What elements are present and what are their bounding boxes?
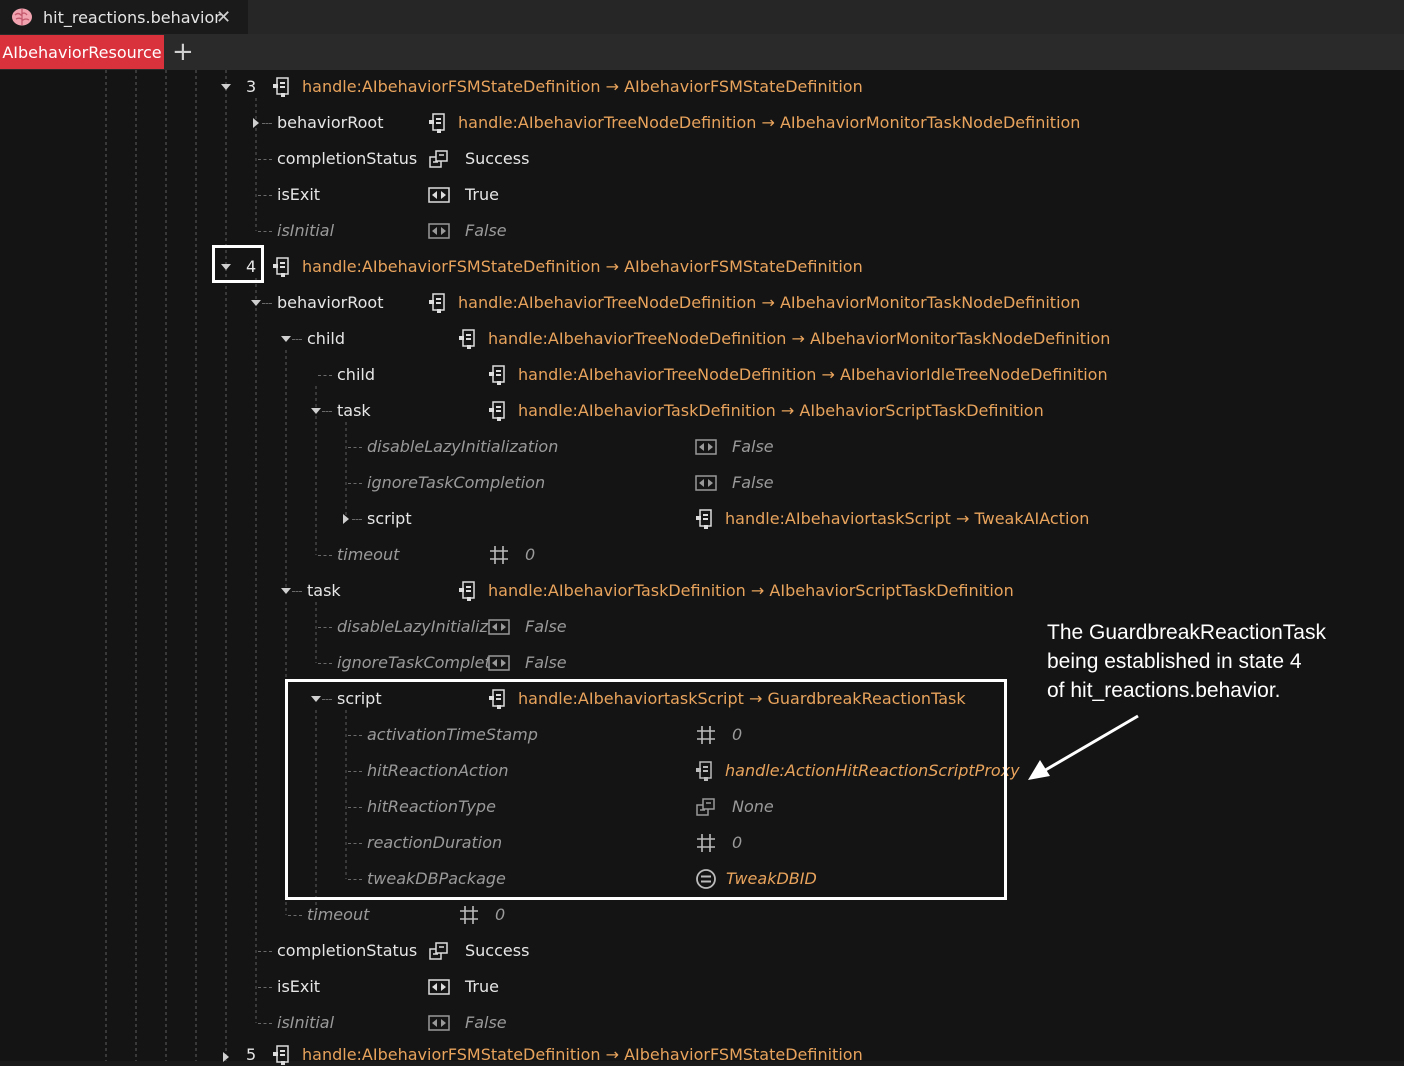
completion-status-value[interactable]: Success	[465, 941, 529, 960]
task-label: task	[337, 401, 371, 420]
bool-icon	[695, 439, 717, 455]
enum-icon	[429, 942, 448, 960]
tab-title: hit_reactions.behavior	[43, 7, 221, 27]
collapsed-arrow-icon[interactable]	[343, 514, 349, 524]
task-value[interactable]: handle:AIbehaviorTaskDefinition → AIbeha…	[518, 401, 1044, 420]
child-label: child	[307, 329, 345, 348]
handle-icon	[459, 581, 475, 601]
bool-icon	[695, 475, 717, 491]
handle-icon	[459, 329, 475, 349]
bool-icon	[488, 655, 510, 671]
tree-guides	[105, 70, 347, 1061]
handle-icon	[489, 401, 505, 421]
completion-status-value[interactable]: Success	[465, 149, 529, 168]
expand-arrow-icon[interactable]	[281, 336, 291, 342]
close-icon[interactable]: ✕	[216, 7, 231, 28]
enum-icon	[429, 150, 448, 168]
is-initial-value[interactable]: False	[465, 1013, 507, 1032]
handle-icon	[429, 293, 445, 313]
bool-icon	[488, 619, 510, 635]
bool-icon	[428, 187, 450, 203]
handle-icon	[489, 365, 505, 385]
state-4-value[interactable]: handle:AIbehaviorFSMStateDefinition → AI…	[302, 257, 863, 276]
task-label: task	[307, 581, 341, 600]
ignore-task-completion-value[interactable]: False	[732, 473, 774, 492]
expand-arrow-icon[interactable]	[251, 300, 261, 306]
is-initial-value[interactable]: False	[465, 221, 507, 240]
brain-icon	[12, 8, 32, 26]
behavior-root-value[interactable]: handle:AIbehaviorTreeNodeDefinition → AI…	[458, 293, 1080, 312]
highlight-box-state-4	[212, 245, 264, 283]
hash-icon	[490, 546, 508, 564]
completion-status-label: completionStatus	[277, 941, 418, 960]
highlight-box-script	[285, 679, 1007, 900]
expand-arrow-icon[interactable]	[221, 84, 231, 90]
task-value[interactable]: handle:AIbehaviorTaskDefinition → AIbeha…	[488, 581, 1014, 600]
ignore-task-completion-value[interactable]: False	[525, 653, 567, 672]
handle-icon	[273, 1045, 289, 1065]
collapsed-arrow-icon[interactable]	[253, 118, 259, 128]
behavior-root-label: behaviorRoot	[277, 293, 384, 312]
ignore-task-completion-label: ignoreTaskCompletio	[337, 653, 505, 672]
is-exit-value[interactable]: True	[465, 185, 499, 204]
add-tab-icon[interactable]: +	[172, 36, 194, 68]
script-value[interactable]: handle:AIbehaviortaskScript → TweakAIAct…	[725, 509, 1089, 528]
behavior-root-label: behaviorRoot	[277, 113, 384, 132]
is-exit-label: isExit	[277, 185, 321, 204]
expand-arrow-icon[interactable]	[311, 408, 321, 414]
state-index-3: 3	[246, 77, 257, 96]
bool-icon	[428, 223, 450, 239]
handle-icon	[273, 257, 289, 277]
is-exit-value[interactable]: True	[465, 977, 499, 996]
expand-arrow-icon[interactable]	[281, 588, 291, 594]
child-value[interactable]: handle:AIbehaviorTreeNodeDefinition → AI…	[518, 365, 1108, 384]
ignore-task-completion-label: ignoreTaskCompletion	[367, 473, 546, 492]
behavior-root-value[interactable]: handle:AIbehaviorTreeNodeDefinition → AI…	[458, 113, 1080, 132]
annotation-line-2: being established in state 4	[1047, 650, 1302, 673]
completion-status-label: completionStatus	[277, 149, 418, 168]
disable-lazy-init-value[interactable]: False	[525, 617, 567, 636]
is-initial-label: isInitial	[277, 221, 335, 240]
child-label: child	[337, 365, 375, 384]
is-initial-label: isInitial	[277, 1013, 335, 1032]
state-5-value[interactable]: handle:AIbehaviorFSMStateDefinition → AI…	[302, 1045, 863, 1064]
disable-lazy-init-label: disableLazyInitializat	[337, 617, 504, 636]
handle-icon	[429, 113, 445, 133]
is-exit-label: isExit	[277, 977, 321, 996]
handle-icon	[696, 509, 712, 529]
state-index-5: 5	[246, 1045, 257, 1064]
tab-hit-reactions[interactable]: hit_reactions.behavior ✕	[0, 0, 248, 34]
child-value[interactable]: handle:AIbehaviorTreeNodeDefinition → AI…	[488, 329, 1110, 348]
tab-aibehavior-resource[interactable]: AIbehaviorResource	[0, 35, 164, 69]
annotation-line-1: The GuardbreakReactionTask	[1047, 621, 1326, 644]
script-label: script	[367, 509, 412, 528]
property-tree	[0, 70, 1404, 1061]
handle-icon	[273, 77, 289, 97]
bool-icon	[428, 1015, 450, 1031]
bool-icon	[428, 979, 450, 995]
annotation-arrow-icon	[1028, 714, 1139, 780]
hash-icon	[460, 906, 478, 924]
timeout-label: timeout	[337, 545, 400, 564]
state-3-value[interactable]: handle:AIbehaviorFSMStateDefinition → AI…	[302, 77, 863, 96]
annotation-note: The GuardbreakReactionTask being establi…	[1047, 618, 1377, 705]
resource-bar	[0, 34, 1404, 70]
timeout-value[interactable]: 0	[495, 905, 505, 924]
disable-lazy-init-value[interactable]: False	[732, 437, 774, 456]
disable-lazy-init-label: disableLazyInitialization	[367, 437, 559, 456]
annotation-line-3: of hit_reactions.behavior.	[1047, 679, 1281, 702]
timeout-value[interactable]: 0	[525, 545, 535, 564]
timeout-label: timeout	[307, 905, 370, 924]
